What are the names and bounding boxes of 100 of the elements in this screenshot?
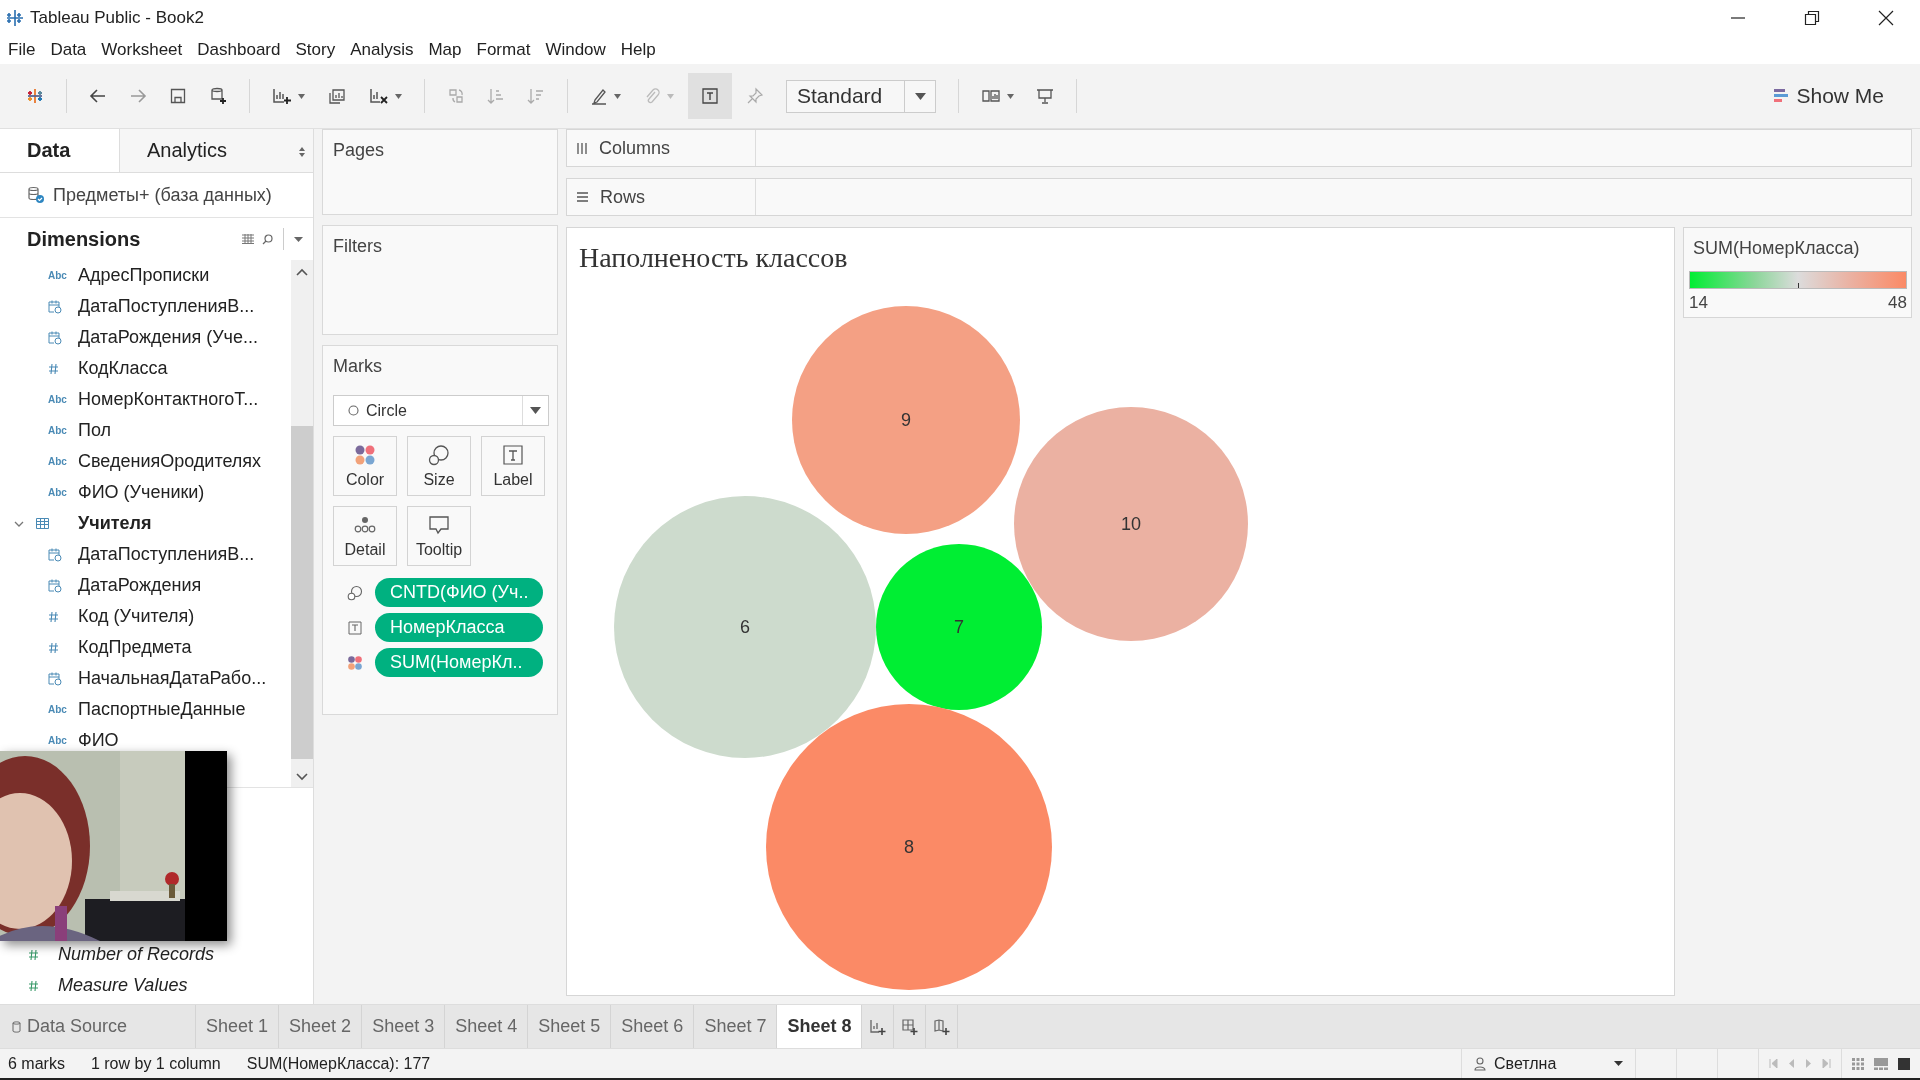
view-title: Наполненость классов (579, 242, 848, 274)
presentation-icon[interactable] (1036, 87, 1054, 105)
bar-chart-icon (1774, 88, 1789, 104)
hash-icon (28, 948, 39, 961)
window-title: Tableau Public - Book2 (30, 8, 204, 28)
field-item[interactable]: АдресПрописки (78, 265, 210, 286)
menu-item[interactable]: Dashboard (197, 40, 281, 60)
field-item[interactable]: КодКласса (78, 358, 168, 379)
fit-dropdown[interactable]: Standard (786, 79, 936, 113)
size-icon (428, 443, 450, 466)
menu-item[interactable]: Window (545, 40, 606, 60)
menu-item[interactable]: Analysis (350, 40, 414, 60)
grid-view-icon[interactable] (1852, 1057, 1864, 1070)
field-item[interactable]: НачальнаяДатаРабо... (78, 668, 267, 689)
rows-icon (577, 192, 588, 202)
caret-icon[interactable] (294, 236, 303, 242)
new-worksheet-icon[interactable] (272, 87, 292, 105)
back-arrow-icon[interactable] (89, 87, 107, 105)
new-story-icon[interactable] (932, 1017, 951, 1036)
clear-sheet-icon[interactable] (369, 87, 389, 105)
show-me-button[interactable]: Show Me (1768, 80, 1890, 112)
forward-arrow-icon[interactable] (129, 87, 147, 105)
caret-icon[interactable] (298, 93, 305, 99)
show-cards-icon[interactable] (981, 87, 1001, 105)
duplicate-sheet-icon[interactable] (327, 87, 347, 105)
label-icon (347, 619, 363, 636)
field-item[interactable]: ФИО (78, 730, 119, 751)
scroll-down-icon[interactable] (296, 773, 308, 781)
pane-tab[interactable]: Analytics (119, 129, 313, 172)
data-source-name[interactable]: Предметы+ (база данных) (53, 184, 272, 206)
user-dropdown[interactable]: Светлна (1461, 1049, 1635, 1078)
marks-card-button[interactable]: Tooltip (407, 506, 471, 566)
color-icon (347, 654, 363, 671)
string-type-icon: Abc (48, 735, 67, 746)
field-item[interactable]: Пол (78, 420, 112, 441)
scrollbar[interactable] (291, 260, 313, 787)
field-item[interactable]: Учителя (78, 513, 152, 534)
marks-card-button[interactable]: Color (333, 436, 397, 496)
string-type-icon: Abc (48, 704, 67, 715)
speech-bubble-icon (428, 513, 450, 536)
menu-item[interactable]: Format (476, 40, 531, 60)
caret-icon (530, 407, 541, 414)
marks-card-button[interactable]: Detail (333, 506, 397, 566)
columns-icon (577, 142, 587, 154)
caret-icon[interactable] (395, 93, 402, 99)
caret-icon[interactable] (1007, 93, 1014, 99)
restore-icon[interactable] (1804, 10, 1820, 26)
new-data-source-icon[interactable] (209, 87, 227, 105)
status-text: SUM(НомерКласса): 177 (246, 1054, 431, 1073)
field-item[interactable]: Number of Records (58, 944, 215, 965)
sheet-tab[interactable]: Sheet 8 (777, 1005, 863, 1048)
menu-item[interactable]: Map (428, 40, 462, 60)
new-worksheet-icon[interactable] (868, 1017, 887, 1036)
calendar-icon (48, 578, 62, 593)
new-dashboard-icon[interactable] (900, 1017, 919, 1036)
field-item[interactable]: ДатаПоступленияВ... (78, 296, 255, 317)
marks-card-button[interactable]: Size (407, 436, 471, 496)
calendar-icon (48, 299, 62, 314)
legend-min: 14 (1689, 293, 1708, 313)
field-item[interactable]: КодПредмета (78, 637, 192, 658)
list-view-icon[interactable] (242, 234, 254, 244)
close-icon[interactable] (1878, 10, 1894, 26)
field-item[interactable]: ПаспортныеДанные (78, 699, 246, 720)
save-icon[interactable] (169, 87, 187, 105)
caret-icon (1614, 1061, 1623, 1066)
scroll-up-icon[interactable] (296, 268, 308, 276)
field-item[interactable]: ДатаРождения (Уче... (78, 327, 258, 348)
bubble-label: 6 (740, 617, 750, 637)
legend-max: 48 (1888, 293, 1907, 313)
marks-title: Marks (333, 356, 382, 376)
show-labels-button[interactable] (688, 73, 732, 119)
tableau-logo-icon[interactable] (26, 87, 44, 105)
hash-icon (28, 979, 39, 992)
marks-card-button[interactable]: Label (481, 436, 545, 496)
bubble-label: 9 (901, 410, 911, 430)
size-icon (347, 584, 363, 601)
mark-type-dropdown[interactable]: Circle (333, 395, 549, 426)
field-item[interactable]: Measure Values (58, 975, 188, 996)
shelf-title: Pages (333, 140, 385, 160)
menu-item[interactable]: Worksheet (101, 40, 183, 60)
field-item[interactable]: ФИО (Ученики) (78, 482, 205, 503)
menu-item[interactable]: Data (50, 40, 87, 60)
menu-item[interactable]: Story (295, 40, 336, 60)
highlighter-icon[interactable] (590, 87, 608, 105)
string-type-icon: Abc (48, 270, 67, 281)
caret-icon[interactable] (614, 93, 621, 99)
field-item[interactable]: ДатаРождения (78, 575, 202, 596)
sort-arrows-icon[interactable] (299, 147, 305, 157)
field-item[interactable]: Код (Учителя) (78, 606, 195, 627)
field-item[interactable]: СведенияОродителях (78, 451, 262, 472)
single-view-icon[interactable] (1898, 1057, 1910, 1070)
field-item[interactable]: НомерКонтактногоТ... (78, 389, 259, 410)
text-box-icon (701, 87, 719, 105)
string-type-icon: Abc (48, 487, 67, 498)
filmstrip-view-icon[interactable] (1874, 1057, 1888, 1070)
text-box-icon (502, 443, 524, 466)
menu-item[interactable]: File (8, 40, 36, 60)
field-item[interactable]: ДатаПоступленияВ... (78, 544, 255, 565)
menu-item[interactable]: Help (620, 40, 656, 60)
search-icon[interactable] (262, 233, 273, 245)
